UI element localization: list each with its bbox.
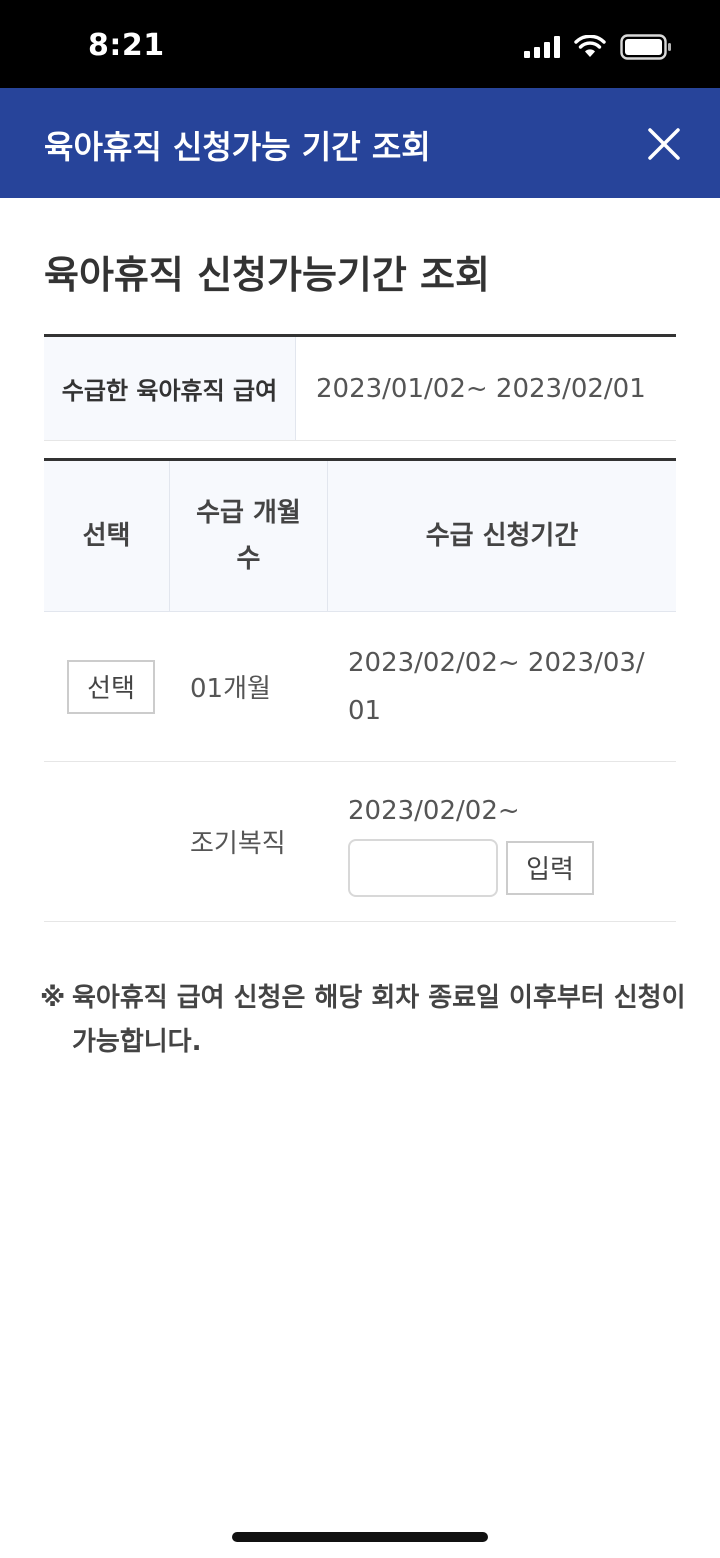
home-indicator[interactable]	[232, 1532, 488, 1542]
battery-icon	[620, 34, 671, 60]
table-header: 선택 수급 개월 수 수급 신청기간	[44, 461, 676, 612]
header-select: 선택	[44, 461, 170, 611]
received-benefit-summary: 수급한 육아휴직 급여 2023/01/02~ 2023/02/01	[44, 334, 676, 441]
status-bar: 8:21	[0, 0, 720, 88]
early-return-start-date: 2023/02/02~	[348, 795, 520, 826]
early-return-label: 조기복직	[190, 829, 286, 859]
wifi-icon	[574, 35, 606, 57]
status-icons	[524, 34, 672, 60]
early-return-date-input[interactable]	[348, 838, 498, 897]
received-benefit-period: 2023/01/02~ 2023/02/01	[316, 373, 646, 404]
empty-select-cell	[44, 762, 170, 921]
select-cell: 선택	[44, 612, 170, 761]
received-benefit-label: 수급한 육아휴직 급여	[44, 337, 296, 440]
table-row: 선택 01개월 2023/02/02~ 2023/03/01	[44, 612, 676, 762]
early-return-row: 조기복직 2023/02/02~ 입력	[44, 762, 676, 922]
close-icon[interactable]	[644, 124, 684, 164]
modal-header: 육아휴직 신청가능 기간 조회	[0, 88, 720, 198]
application-period-table: 선택 수급 개월 수 수급 신청기간 선택 01개월 2023/02/02~ 2…	[44, 458, 676, 922]
notice-text: 육아휴직 급여 신청은 해당 회차 종료일 이후부터 신청이 가능합니다.	[72, 983, 686, 1057]
select-button[interactable]: 선택	[67, 659, 155, 714]
notice-mark: ※	[40, 983, 66, 1013]
input-button[interactable]: 입력	[506, 840, 594, 895]
early-return-period-cell: 2023/02/02~ 입력	[328, 762, 676, 921]
modal-title: 육아휴직 신청가능 기간 조회	[44, 128, 431, 166]
page-title: 육아휴직 신청가능기간 조회	[44, 253, 490, 297]
cellular-signal-icon	[524, 36, 560, 58]
header-period: 수급 신청기간	[425, 521, 579, 551]
status-time: 8:21	[88, 28, 165, 63]
months-cell: 01개월	[190, 674, 271, 704]
header-months: 수급 개월 수	[170, 461, 328, 611]
notice: ※ 육아휴직 급여 신청은 해당 회차 종료일 이후부터 신청이 가능합니다.	[40, 976, 690, 1064]
early-return-input-row: 입력	[348, 838, 594, 897]
period-cell: 2023/02/02~ 2023/03/01	[348, 647, 645, 726]
